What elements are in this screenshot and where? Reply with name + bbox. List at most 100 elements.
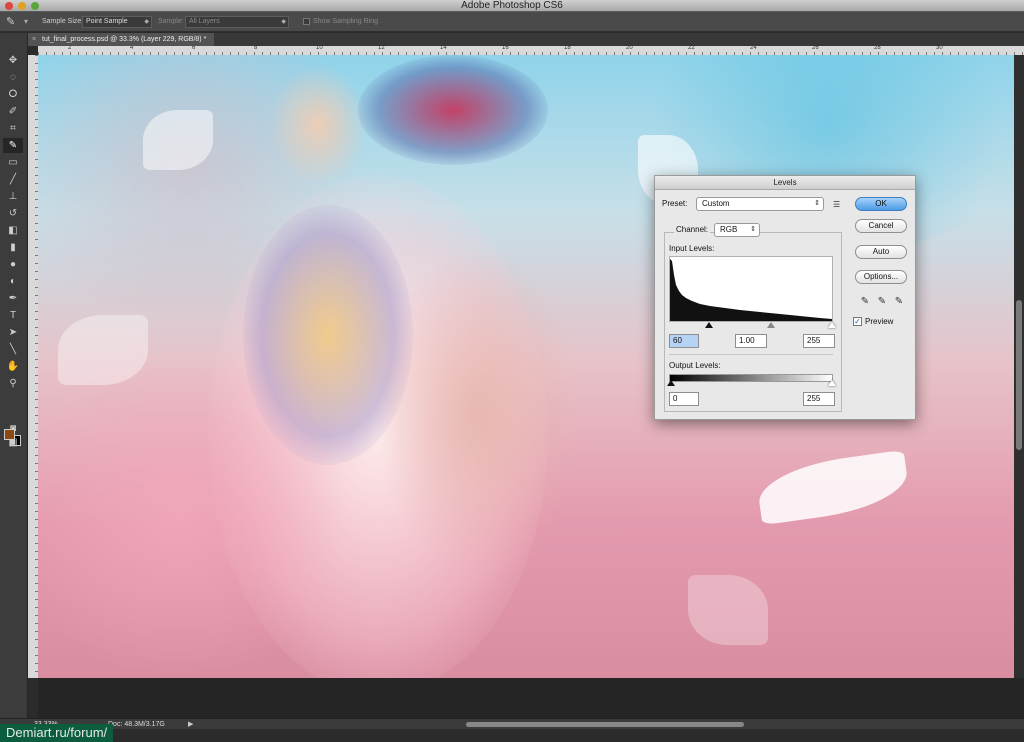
- healing-icon[interactable]: ▭: [3, 155, 23, 170]
- zoom-icon[interactable]: ⚲: [3, 376, 23, 391]
- preview-checkbox[interactable]: ✓: [853, 317, 862, 326]
- pen-icon[interactable]: ✒: [3, 291, 23, 306]
- artwork-face: [268, 65, 368, 185]
- eyedropper-icon[interactable]: ✎: [3, 138, 23, 153]
- eraser-icon[interactable]: ◧: [3, 223, 23, 238]
- tool-preset-caret-icon[interactable]: ▾: [24, 15, 28, 29]
- move-icon[interactable]: ✥: [3, 53, 23, 68]
- history-brush-icon[interactable]: ↺: [3, 206, 23, 221]
- black-point-eyedropper-icon[interactable]: ✎: [859, 296, 871, 308]
- ruler-number: 26: [812, 46, 819, 51]
- artwork-leaf: [754, 449, 912, 526]
- vertical-scroll-thumb[interactable]: [1016, 300, 1022, 450]
- channel-value: RGB: [720, 225, 738, 234]
- ruler-number: 2: [68, 46, 72, 51]
- dodge-icon[interactable]: ◐: [3, 274, 23, 289]
- output-gradient-bar: [669, 374, 833, 382]
- ruler-number: 4: [130, 46, 134, 51]
- options-button[interactable]: Options...: [855, 270, 907, 284]
- ruler-number: 30: [936, 46, 943, 51]
- horizontal-scroll-thumb[interactable]: [466, 722, 744, 727]
- output-black-slider[interactable]: [667, 380, 675, 386]
- ruler-number: 16: [502, 46, 509, 51]
- ruler-number: 12: [378, 46, 385, 51]
- channel-label: Channel:: [674, 224, 711, 236]
- input-white-field[interactable]: 255: [803, 334, 835, 348]
- path-select-icon[interactable]: ➤: [3, 325, 23, 340]
- document-tab-bar: × tut_final_process.psd @ 33.3% (Layer 2…: [28, 33, 1024, 46]
- levels-dialog-title: Levels: [655, 176, 915, 190]
- document-size: Doc: 48.3M/3.17G: [108, 721, 165, 728]
- ruler-number: 8: [254, 46, 258, 51]
- stamp-icon[interactable]: ⊥: [3, 189, 23, 204]
- ruler-number: 18: [564, 46, 571, 51]
- histogram: [669, 256, 833, 322]
- pasteboard: [38, 678, 1024, 718]
- sample-size-value: Point Sample: [86, 18, 128, 25]
- sample-label: Sample:: [158, 18, 184, 25]
- options-bar: ✎ ▾ Sample Size: Point Sample ◆ Sample: …: [0, 12, 1024, 32]
- chevron-down-icon: ◆: [144, 19, 149, 25]
- input-black-slider[interactable]: [705, 322, 713, 328]
- preset-options-menu-icon[interactable]: ☰: [833, 200, 840, 209]
- chevron-updown-icon: ⇕: [750, 226, 756, 233]
- lasso-icon[interactable]: ⵔ: [3, 87, 23, 102]
- ruler-number: 6: [192, 46, 196, 51]
- white-point-eyedropper-icon[interactable]: ✎: [893, 296, 905, 308]
- sample-size-select[interactable]: Point Sample ◆: [82, 16, 152, 28]
- hand-icon[interactable]: ✋: [3, 359, 23, 374]
- show-sampling-ring-checkbox[interactable]: [303, 18, 310, 25]
- input-levels-label: Input Levels:: [669, 244, 715, 253]
- ok-button[interactable]: OK: [855, 197, 907, 211]
- output-black-field[interactable]: 0: [669, 392, 699, 406]
- ruler-number: 14: [440, 46, 447, 51]
- auto-button[interactable]: Auto: [855, 245, 907, 259]
- sample-select[interactable]: All Layers ◆: [185, 16, 289, 28]
- preset-value: Custom: [702, 199, 730, 208]
- input-gamma-slider[interactable]: [767, 322, 775, 328]
- artwork-arm: [368, 235, 588, 595]
- vertical-scrollbar[interactable]: [1014, 55, 1024, 678]
- output-white-slider[interactable]: [828, 380, 836, 386]
- close-icon[interactable]: ×: [32, 33, 36, 46]
- channel-select[interactable]: RGB ⇕: [714, 223, 760, 237]
- artwork-hair: [358, 55, 548, 165]
- input-white-slider[interactable]: [828, 322, 836, 328]
- foreground-color-swatch[interactable]: [4, 429, 15, 440]
- ruler-left: [28, 55, 38, 678]
- ruler-top: 2 4 6 8 10 12 14 16 18 20 22 24 26 28 30: [38, 46, 1024, 55]
- input-black-field[interactable]: 60: [669, 334, 699, 348]
- quick-select-icon[interactable]: ✐: [3, 104, 23, 119]
- tools-panel: ✥ ◌ ⵔ ✐ ⌗ ✎ ▭ ╱ ⊥ ↺ ◧ ▮ ● ◐ ✒ T ➤ ╲ ✋ ⚲ …: [0, 33, 28, 718]
- status-menu-icon[interactable]: ▶: [188, 719, 193, 730]
- eyedropper-tool-icon[interactable]: ✎: [6, 15, 20, 29]
- title-bar: Adobe Photoshop CS6: [0, 0, 1024, 12]
- ruler-number: 10: [316, 46, 323, 51]
- preset-select[interactable]: Custom ⇕: [696, 197, 824, 211]
- ruler-number: 20: [626, 46, 633, 51]
- levels-dialog: Levels Preset: Custom ⇕ ☰ Channel: RGB ⇕…: [654, 175, 916, 420]
- ruler-number: 28: [874, 46, 881, 51]
- crop-icon[interactable]: ⌗: [3, 121, 23, 136]
- preview-label: Preview: [865, 317, 894, 326]
- marquee-icon[interactable]: ◌: [3, 70, 23, 85]
- status-bar: 33.33% Doc: 48.3M/3.17G ▶: [0, 718, 1024, 729]
- gray-point-eyedropper-icon[interactable]: ✎: [876, 296, 888, 308]
- ruler-number: 22: [688, 46, 695, 51]
- blur-icon[interactable]: ●: [3, 257, 23, 272]
- type-icon[interactable]: T: [3, 308, 23, 323]
- cancel-button[interactable]: Cancel: [855, 219, 907, 233]
- app-title: Adobe Photoshop CS6: [461, 0, 563, 11]
- gradient-icon[interactable]: ▮: [3, 240, 23, 255]
- separator: [669, 354, 833, 355]
- output-white-field[interactable]: 255: [803, 392, 835, 406]
- chevron-updown-icon: ⇕: [814, 200, 820, 207]
- document-tab[interactable]: × tut_final_process.psd @ 33.3% (Layer 2…: [28, 33, 215, 46]
- show-sampling-ring-label: Show Sampling Ring: [313, 18, 378, 25]
- output-levels-label: Output Levels:: [669, 361, 721, 370]
- input-gamma-field[interactable]: 1.00: [735, 334, 767, 348]
- brush-icon[interactable]: ╱: [3, 172, 23, 187]
- line-icon[interactable]: ╲: [3, 342, 23, 357]
- artwork-leaf: [58, 315, 148, 385]
- watermark: Demiart.ru/forum/: [0, 724, 114, 742]
